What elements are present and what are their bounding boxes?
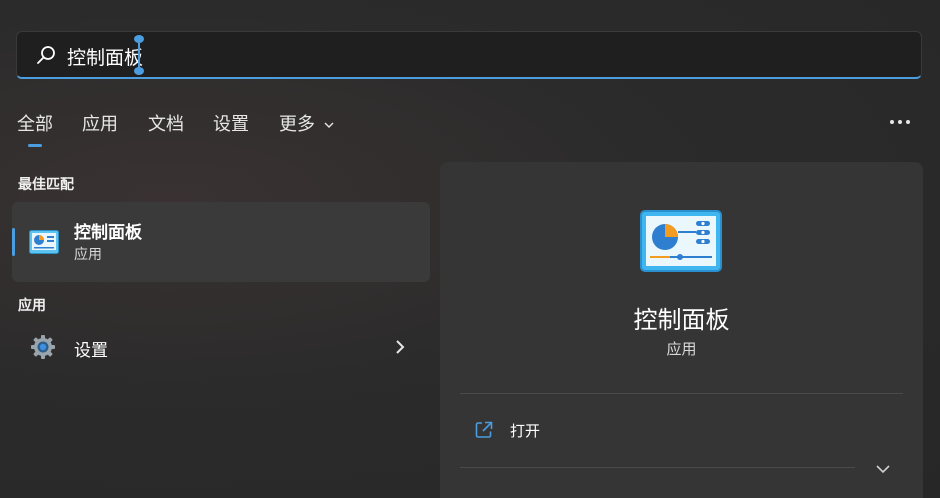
expand-chevron-icon[interactable] — [874, 462, 892, 476]
control-panel-icon — [29, 230, 59, 254]
divider — [460, 467, 855, 468]
tab-more[interactable]: 更多 — [279, 110, 335, 136]
chevron-down-icon — [324, 122, 334, 128]
search-input[interactable]: 控制面板 — [67, 43, 143, 70]
open-external-icon — [475, 421, 493, 438]
text-cursor — [134, 35, 144, 75]
tab-more-label: 更多 — [279, 114, 315, 135]
control-panel-large-icon — [640, 210, 722, 272]
dot-icon — [906, 120, 910, 124]
tab-settings[interactable]: 设置 — [213, 110, 249, 136]
search-icon — [37, 46, 55, 64]
more-options-button[interactable] — [886, 110, 914, 134]
chevron-right-icon[interactable] — [394, 340, 406, 354]
tab-active-indicator — [28, 144, 42, 147]
app-item-settings-label: 设置 — [74, 341, 108, 361]
detail-panel: 控制面板 应用 打开 — [440, 162, 923, 498]
tab-all[interactable]: 全部 — [17, 110, 53, 136]
settings-gear-icon — [31, 335, 55, 359]
dot-icon — [890, 120, 894, 124]
best-match-heading: 最佳匹配 — [18, 177, 74, 193]
tab-apps[interactable]: 应用 — [82, 110, 118, 136]
app-item-settings[interactable]: 设置 — [12, 322, 430, 372]
detail-subtitle: 应用 — [666, 340, 697, 358]
open-action-label: 打开 — [510, 422, 541, 440]
best-match-name: 控制面板 — [74, 223, 142, 243]
apps-heading: 应用 — [18, 298, 46, 314]
detail-title: 控制面板 — [633, 306, 730, 334]
search-box[interactable]: 控制面板 — [16, 31, 922, 79]
tab-documents[interactable]: 文档 — [148, 110, 184, 136]
divider — [460, 393, 903, 394]
selection-indicator — [12, 228, 15, 256]
best-match-type: 应用 — [74, 247, 102, 263]
open-action[interactable]: 打开 — [460, 410, 900, 450]
dot-icon — [898, 120, 902, 124]
best-match-item[interactable]: 控制面板 应用 — [12, 202, 430, 282]
